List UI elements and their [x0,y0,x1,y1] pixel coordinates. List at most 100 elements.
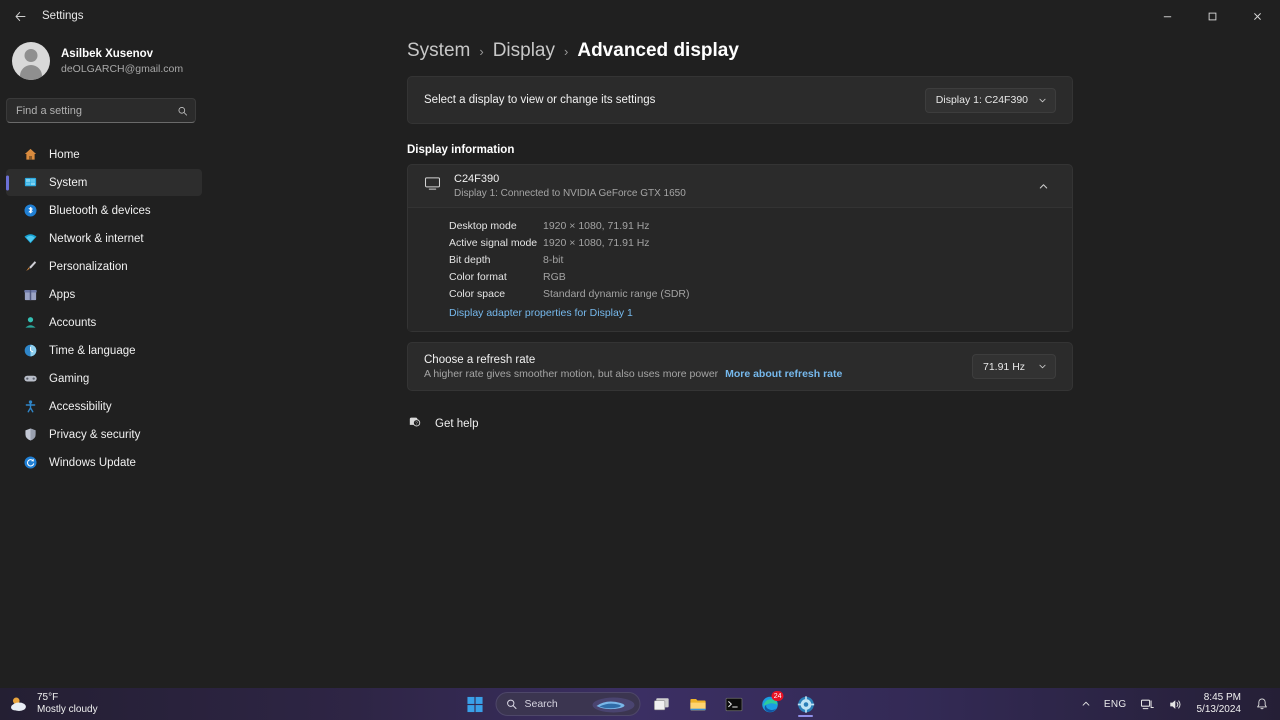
wifi-icon [22,231,38,247]
display-information-card: C24F390 Display 1: Connected to NVIDIA G… [407,164,1073,332]
sidebar-item-label: Personalization [49,260,128,273]
detail-value: 8-bit [543,253,564,266]
minimize-icon [1163,15,1172,17]
brush-icon [22,259,38,275]
gamepad-icon [22,371,38,387]
collapse-button[interactable] [1030,173,1056,199]
breadcrumb-system[interactable]: System [407,40,470,62]
chevron-down-icon [1039,364,1046,369]
more-about-refresh-rate-link[interactable]: More about refresh rate [725,368,842,380]
display-details: Desktop mode 1920 × 1080, 71.91 Hz Activ… [408,207,1072,331]
main-content: System › Display › Advanced display Sele… [208,32,1280,688]
sidebar: Asilbek Xusenov deOLGARCH@gmail.com Find… [0,32,208,688]
breadcrumb-display[interactable]: Display [493,40,555,62]
detail-key: Color format [449,270,507,283]
breadcrumb: System › Display › Advanced display [407,40,1280,62]
refresh-rate-value: 71.91 Hz [983,360,1026,373]
weather-widget[interactable]: 75°F Mostly cloudy [8,688,98,720]
taskbar-app-file-explorer[interactable] [683,689,713,719]
taskbar-app-task-view[interactable] [647,689,677,719]
start-icon [466,696,483,712]
chevron-down-icon [1039,98,1046,102]
detail-row: Color format RGB [449,268,1072,285]
language-label: ENG [1103,698,1127,710]
detail-value: RGB [543,270,566,283]
taskbar-app-terminal[interactable] [719,689,749,719]
accounts-icon [22,315,38,331]
taskbar-center: Search 24 [460,688,821,720]
search-placeholder: Find a setting [16,104,83,117]
system-icon [22,175,38,191]
sidebar-item-apps[interactable]: Apps [6,281,202,308]
refresh-rate-title: Choose a refresh rate [424,353,536,366]
taskbar-app-settings[interactable] [791,689,821,719]
search-icon [178,106,188,116]
refresh-rate-dropdown[interactable]: 71.91 Hz [972,354,1056,379]
account-card[interactable]: Asilbek Xusenov deOLGARCH@gmail.com [0,34,208,88]
detail-value: 1920 × 1080, 71.91 Hz [543,236,650,249]
settings-window: Settings Asilbek Xusenov deOLGARCH@gmail… [0,0,1280,720]
taskbar-search-box[interactable]: Search [495,692,641,716]
sidebar-item-windows-update[interactable]: Windows Update [6,449,202,476]
avatar [12,42,50,80]
accessibility-icon [22,399,38,415]
sidebar-item-gaming[interactable]: Gaming [6,365,202,392]
sidebar-item-bluetooth-devices[interactable]: Bluetooth & devices [6,197,202,224]
maximize-icon [1208,12,1217,20]
clock-button[interactable]: 8:45 PM 5/13/2024 [1191,692,1248,716]
notifications-button[interactable] [1250,690,1274,718]
update-icon [22,455,38,471]
refresh-rate-description-text: A higher rate gives smoother motion, but… [424,367,719,380]
weather-temperature: 75°F [37,692,59,703]
sidebar-item-label: Privacy & security [49,428,141,441]
detail-row: Color space Standard dynamic range (SDR) [449,285,1072,302]
display-information-panel: C24F390 Display 1: Connected to NVIDIA G… [407,164,1073,391]
sidebar-item-label: System [49,176,88,189]
bell-icon [1257,698,1267,710]
back-button[interactable] [4,0,36,32]
start-button[interactable] [460,689,490,719]
detail-key: Color space [449,287,506,300]
display-select-dropdown[interactable]: Display 1: C24F390 [924,87,1056,113]
help-icon: ? [407,414,422,434]
detail-key: Bit depth [449,253,491,266]
close-button[interactable] [1235,0,1280,32]
refresh-rate-row: Choose a refresh rate A higher rate give… [408,343,1072,390]
page-title: Advanced display [577,40,739,61]
show-hidden-icons-button[interactable] [1076,690,1096,718]
breadcrumb-separator: › [564,44,569,59]
language-indicator[interactable]: ENG [1099,690,1132,718]
taskbar-app-edge[interactable]: 24 [755,689,785,719]
sidebar-item-network-internet[interactable]: Network & internet [6,225,202,252]
sidebar-item-time-language[interactable]: Time & language [6,337,202,364]
sidebar-item-home[interactable]: Home [6,141,202,168]
search-input[interactable]: Find a setting [6,98,196,123]
network-icon [1140,699,1154,709]
detail-row: Active signal mode 1920 × 1080, 71.91 Hz [449,234,1072,251]
get-help-label: Get help [435,418,479,430]
display-expander-header[interactable]: C24F390 Display 1: Connected to NVIDIA G… [408,165,1072,207]
display-adapter-properties-link[interactable]: Display adapter properties for Display 1 [449,307,633,319]
sidebar-item-accessibility[interactable]: Accessibility [6,393,202,420]
refresh-rate-description: A higher rate gives smoother motion, but… [424,368,842,380]
volume-icon [1169,699,1180,709]
sidebar-item-accounts[interactable]: Accounts [6,309,202,336]
detail-row: Bit depth 8-bit [449,251,1072,268]
get-help-link[interactable]: ? Get help [407,413,1280,435]
sidebar-item-label: Windows Update [49,456,136,469]
minimize-button[interactable] [1145,0,1190,32]
network-button[interactable] [1135,690,1160,718]
detail-row: Desktop mode 1920 × 1080, 71.91 Hz [449,217,1072,234]
svg-text:?: ? [415,421,418,426]
search-icon [507,699,517,709]
sidebar-item-personalization[interactable]: Personalization [6,253,202,280]
active-app-indicator [798,714,813,717]
file-explorer-icon [689,698,706,710]
monitor-connection: Display 1: Connected to NVIDIA GeForce G… [454,187,686,199]
sidebar-item-privacy-security[interactable]: Privacy & security [6,421,202,448]
maximize-button[interactable] [1190,0,1235,32]
sidebar-item-system[interactable]: System [6,169,202,196]
select-display-card: Select a display to view or change its s… [407,76,1073,124]
volume-button[interactable] [1163,690,1188,718]
copilot-swoosh-icon [592,697,635,713]
